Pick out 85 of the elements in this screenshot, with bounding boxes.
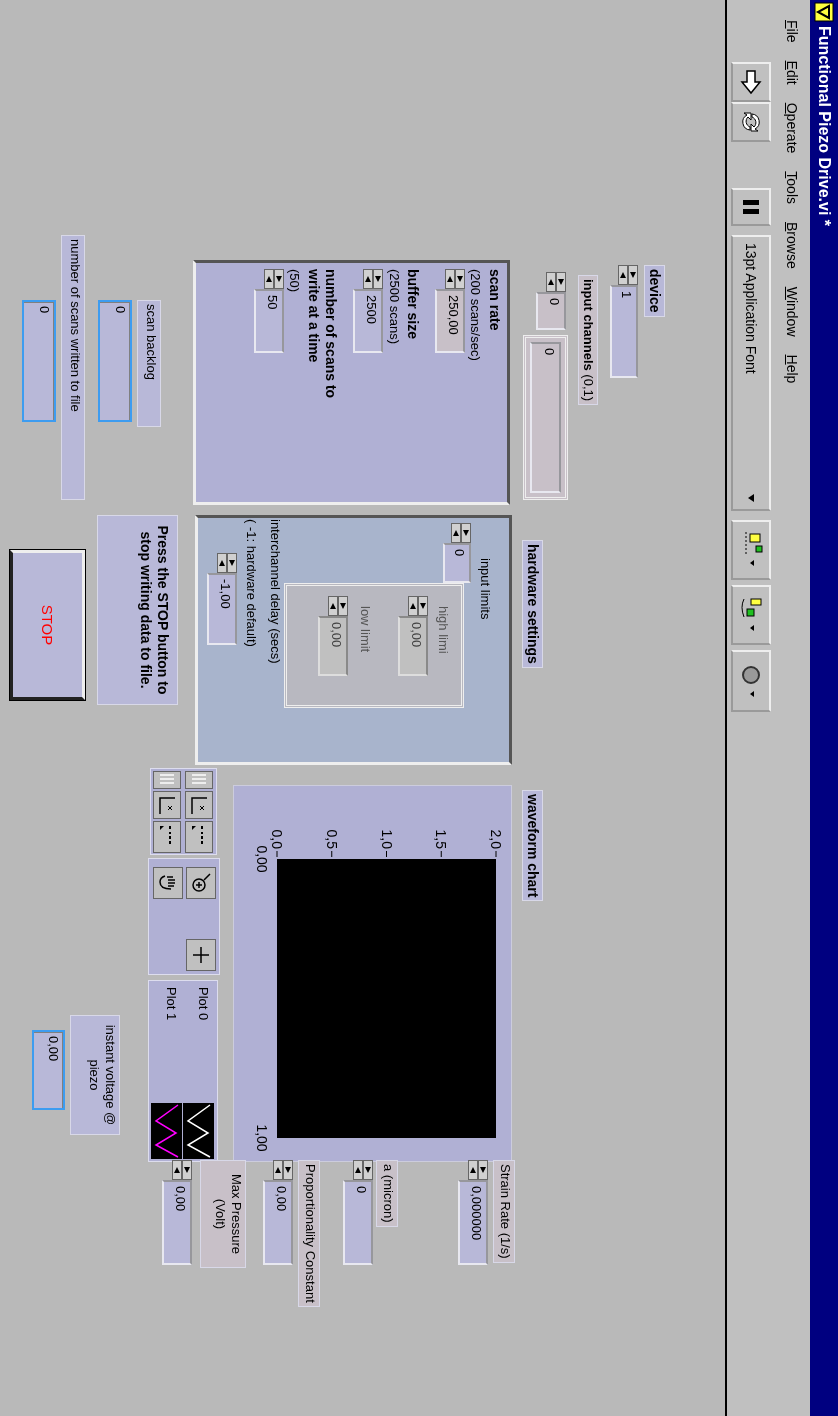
axis-icon[interactable] <box>185 791 213 819</box>
indicator-label: scan backlog <box>137 300 161 427</box>
menu-item[interactable]: File <box>784 20 801 43</box>
chart-label: waveform chart <box>522 790 543 902</box>
setting-hint: (50) <box>286 269 303 295</box>
lock-icon[interactable] <box>153 771 181 789</box>
menu-item[interactable]: Window <box>784 286 801 337</box>
control-label: low limit <box>357 606 373 653</box>
control-label: device <box>644 265 665 317</box>
increment-arrows-icon[interactable] <box>172 1160 192 1180</box>
increment-arrows-icon[interactable] <box>264 269 285 289</box>
hand-icon[interactable] <box>153 867 183 899</box>
legend-label: Plot 0 <box>196 987 211 1021</box>
x-axis-label: 0,00 <box>254 845 270 873</box>
numeric-field[interactable]: 0 <box>443 543 471 583</box>
increment-arrows-icon[interactable] <box>445 269 466 289</box>
numeric-display: 0 <box>22 300 56 422</box>
setting-hint: ( -1: hardware default) <box>243 519 259 647</box>
numeric-field[interactable]: 1 <box>610 285 638 378</box>
numeric-field[interactable]: 0,00 <box>162 1180 192 1265</box>
lock-icon[interactable] <box>185 771 213 789</box>
y-axis-label: 1,5 <box>433 829 450 849</box>
numeric-display: 0,00 <box>32 1030 65 1110</box>
increment-arrows-icon[interactable] <box>273 1160 293 1180</box>
legend-label: Plot 1 <box>164 987 179 1021</box>
setting-label: number of scans to write at a time <box>305 269 340 401</box>
setting-label: buffer size <box>404 269 422 341</box>
increment-arrows-icon[interactable] <box>353 1160 373 1180</box>
numeric-field[interactable]: 250,00 <box>435 289 466 353</box>
indicator-label: instant voltage @ piezo <box>70 1015 120 1135</box>
setting-label: scan rate <box>486 269 503 333</box>
run-continuously-icon[interactable] <box>731 102 771 142</box>
format-icon[interactable] <box>185 821 213 853</box>
control-label: Proportionality Constant <box>298 1160 320 1307</box>
numeric-field[interactable]: 0,00 <box>263 1180 293 1265</box>
control-label: Max Pressure (Volt) <box>200 1160 246 1268</box>
y-axis-label: 1,0 <box>378 829 395 849</box>
pause-icon[interactable] <box>731 188 771 226</box>
menu-item[interactable]: Help <box>784 354 801 384</box>
control-label: input limits <box>477 558 493 620</box>
control-label: interchannel delay (secs) <box>267 519 283 664</box>
increment-arrows-icon[interactable] <box>363 269 384 289</box>
control-label: high limi <box>435 606 451 654</box>
increment-arrows-icon[interactable] <box>618 265 638 285</box>
crosshair-icon[interactable] <box>186 939 216 971</box>
reorder-icon[interactable] <box>731 650 771 712</box>
numeric-field[interactable]: 0 <box>343 1180 373 1265</box>
setting-hint: (200 scans/sec) <box>467 269 484 363</box>
format-icon[interactable] <box>153 821 181 853</box>
control-label: a (micron) <box>376 1160 398 1227</box>
increment-arrows-icon[interactable] <box>217 553 237 573</box>
numeric-field[interactable]: 0 <box>536 292 566 330</box>
control-label: input channels (0,1) <box>578 275 598 406</box>
y-axis-label: 0,5 <box>323 829 340 849</box>
axis-icon[interactable] <box>153 791 181 819</box>
cluster-label: hardware settings <box>522 540 543 668</box>
numeric-field[interactable]: 50 <box>254 289 285 353</box>
increment-arrows-icon[interactable] <box>468 1160 488 1180</box>
setting-hint: (2500 scans) <box>385 269 402 347</box>
font-dropdown[interactable]: 13pt Application Font <box>731 235 771 511</box>
increment-arrows-icon <box>328 596 348 616</box>
increment-arrows-icon <box>408 596 428 616</box>
menu-item[interactable]: Browse <box>784 222 801 269</box>
array-element-field[interactable]: 0 <box>530 342 561 493</box>
caret-icon <box>746 493 756 503</box>
numeric-field[interactable]: -1,00 <box>207 573 237 645</box>
control-label: Strain Rate (1/s) <box>493 1160 515 1263</box>
y-axis-label: 2,0 <box>488 829 504 849</box>
menu-item[interactable]: Operate <box>784 102 801 154</box>
zoom-icon[interactable] <box>186 867 216 899</box>
vi-icon <box>814 2 834 22</box>
numeric-field[interactable]: 0,000000 <box>458 1180 488 1265</box>
distribute-objects-icon[interactable] <box>731 585 771 645</box>
menu-item[interactable]: Tools <box>784 171 801 204</box>
instruction-note: Press the STOP button to stop writing data to file. <box>97 515 178 705</box>
indicator-label: number of scans written to file <box>61 235 85 500</box>
y-axis-label: 0,0 <box>269 829 285 849</box>
numeric-field[interactable]: 2500 <box>353 289 384 353</box>
increment-arrows-icon[interactable] <box>451 523 471 543</box>
window-title: Functional Piezo Drive.vi * <box>815 26 833 227</box>
increment-arrows-icon[interactable] <box>546 272 566 292</box>
align-objects-icon[interactable] <box>731 520 771 580</box>
menu-item[interactable]: Edit <box>784 60 801 85</box>
numeric-display: 0 <box>98 300 132 422</box>
x-axis-label: 1,00 <box>254 1124 270 1152</box>
